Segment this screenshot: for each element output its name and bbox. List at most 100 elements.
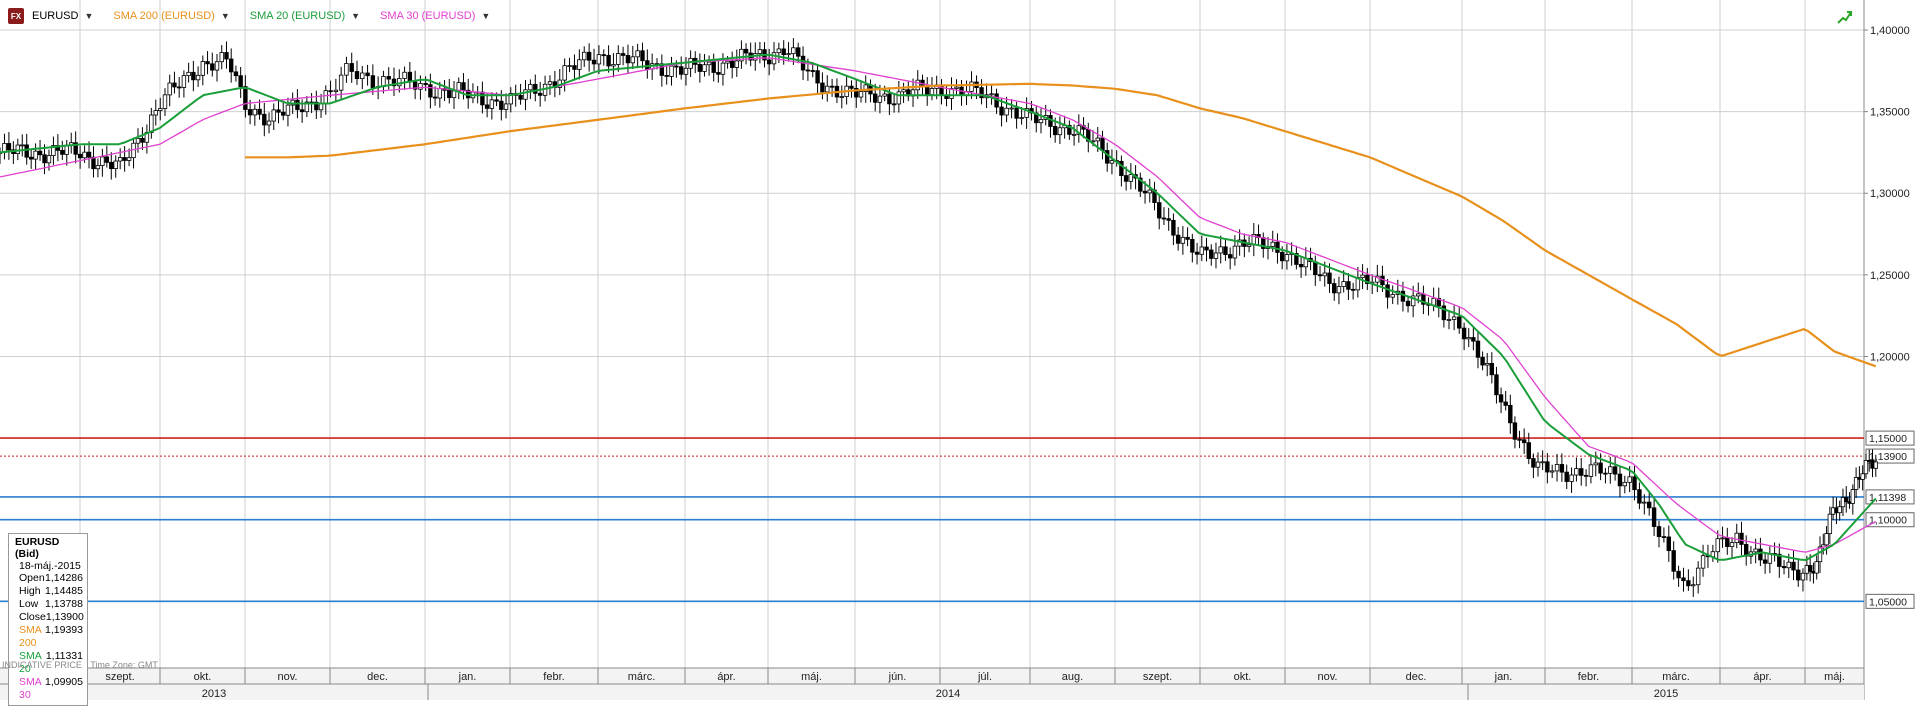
candle-body [1860,473,1865,480]
candle-body [1758,548,1763,561]
candle-body [1807,565,1813,572]
candle-body [711,61,716,73]
candle-body [432,96,438,99]
candle-body [1729,542,1735,547]
candle-body [109,161,114,170]
candle-body [1695,567,1701,586]
trend-arrow-icon[interactable] [1836,8,1854,26]
candle-body [1612,466,1618,475]
candle-body [839,96,844,98]
candle-body [625,55,631,64]
candle-body [1603,472,1608,475]
candle-body [1416,293,1421,297]
candle-body [791,47,796,54]
y-tick-label: 1,30000 [1870,188,1910,200]
candle-body [1332,283,1337,294]
sma20-selector[interactable]: SMA 20 (EURUSD) ▼ [250,10,360,22]
candle-body [1009,107,1014,110]
candle-body [1549,470,1555,473]
data-info-box: EURUSD (Bid) 18-máj.-2015 Open 1,14286 H… [8,533,88,706]
candle-body [418,83,423,90]
candle-body [6,143,12,151]
candle-body [1209,249,1214,259]
candle-body [1579,468,1584,476]
candle-body [205,61,210,65]
candle-body [674,65,679,68]
candle-body [37,150,43,156]
x-tick-label: szept. [1143,671,1172,683]
y-tick-label: 1,35000 [1870,107,1910,119]
candle-body [224,52,229,60]
candle-body [591,59,597,65]
info-label: Close [19,611,46,623]
candle-body [281,111,286,116]
candle-body [537,92,543,96]
candle-body [1850,489,1856,504]
candle-body [1147,189,1152,194]
candle-body [354,71,360,80]
candle-body [1734,532,1739,543]
info-label: SMA 200 [19,624,42,649]
candle-body [428,84,433,98]
sma200-selector[interactable]: SMA 200 (EURUSD) ▼ [113,10,229,22]
candle-body [882,93,887,97]
candle-body [42,154,47,164]
candle-body [1627,476,1632,483]
info-value: 1,09905 [45,676,83,688]
candle-body [397,78,402,87]
candle-body [1480,356,1485,366]
candle-body [1598,462,1603,474]
candle-body [195,74,201,81]
x-tick-label: nov. [1318,671,1338,683]
candle-body [60,149,65,155]
candle-body [162,94,168,110]
candle-body [518,94,523,100]
info-title: EURUSD (Bid) [15,536,60,560]
candle-body [1128,174,1134,182]
candle-body [1194,251,1200,255]
x-tick-label: dec. [1406,671,1427,683]
candle-body [1199,246,1204,255]
candle-body [969,81,974,92]
candle-body [214,61,220,71]
info-row: Low 1,13788 [15,598,83,611]
info-label: SMA 30 [19,676,42,701]
candle-body [126,157,132,161]
candle-body [582,51,587,61]
candle-body [1275,241,1280,253]
candle-body [528,83,533,91]
candle-body [683,67,689,75]
x-tick-label: febr. [543,671,564,683]
candle-body [820,82,825,93]
candle-body [1346,281,1351,290]
x-tick-label: ápr. [1753,671,1771,683]
candle-body [437,88,443,99]
candle-body [20,144,25,147]
candle-body [1715,538,1720,553]
candle-body [1800,572,1806,581]
candle-body [1451,316,1457,320]
symbol-selector[interactable]: EURUSD ▼ [32,10,93,22]
candle-body [1796,569,1801,581]
info-row: Close 1,13900 [15,611,84,624]
candle-body [954,86,959,89]
candle-body [616,53,621,65]
candle-body [679,66,684,75]
level-label: 1,15000 [1869,433,1907,445]
candle-body [716,72,721,75]
info-value: 1,19393 [45,624,83,636]
candle-body [1123,175,1129,182]
candle-body [1166,218,1171,221]
sma30-selector[interactable]: SMA 30 (EURUSD) ▼ [380,10,490,22]
candle-body [640,50,645,62]
candle-body [402,71,407,79]
candle-body [1725,537,1730,547]
price-chart[interactable]: 1,40000 1,35000 1,30000 1,25000 1,20000 aug. s… [0,0,1916,700]
candle-body [1873,461,1878,469]
candle-body [872,93,878,103]
candle-body [1786,561,1791,569]
candle-body [1457,316,1462,329]
x-tick-label: jan. [1494,671,1513,683]
x-tick-label: márc. [628,671,656,683]
candle-body [669,65,674,77]
